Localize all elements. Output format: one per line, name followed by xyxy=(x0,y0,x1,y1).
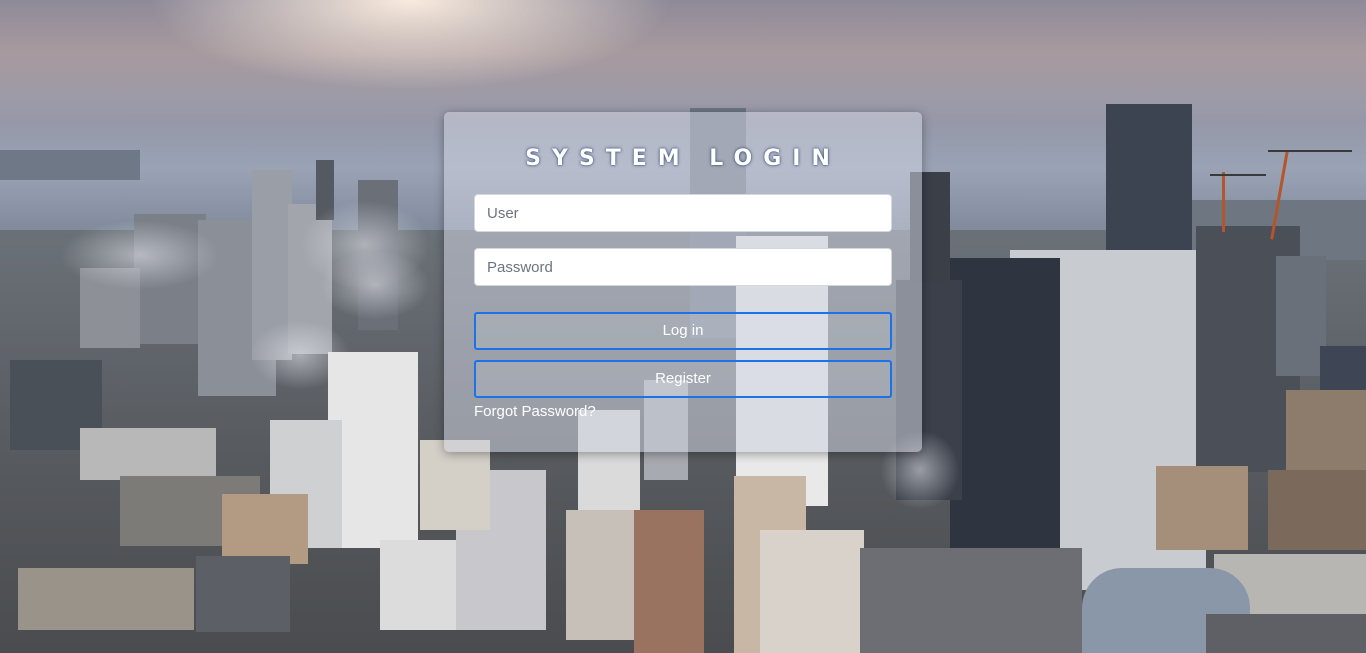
login-panel: SYSTEM LOGIN Log in Register Forgot Pass… xyxy=(444,112,922,452)
crane xyxy=(1222,172,1225,232)
building xyxy=(760,530,864,653)
building xyxy=(1106,104,1192,254)
login-title: SYSTEM LOGIN xyxy=(525,146,841,171)
building xyxy=(634,510,704,653)
login-button[interactable]: Log in xyxy=(474,312,892,350)
crane xyxy=(1268,150,1352,152)
building xyxy=(1156,466,1248,550)
crane xyxy=(1210,174,1266,176)
user-input[interactable] xyxy=(474,194,892,232)
cloud xyxy=(60,220,220,290)
building xyxy=(222,494,308,564)
building xyxy=(1206,614,1366,653)
forgot-password-link[interactable]: Forgot Password? xyxy=(474,403,596,420)
building xyxy=(1276,256,1326,376)
building xyxy=(950,258,1060,548)
building xyxy=(420,440,490,530)
building xyxy=(1268,470,1366,550)
building xyxy=(80,428,216,480)
building xyxy=(18,568,194,630)
building xyxy=(1320,346,1366,396)
building xyxy=(196,556,290,632)
password-input[interactable] xyxy=(474,248,892,286)
register-button[interactable]: Register xyxy=(474,360,892,398)
cloud xyxy=(320,250,430,320)
cloud xyxy=(250,320,350,390)
building xyxy=(0,150,140,180)
building xyxy=(860,548,1082,653)
